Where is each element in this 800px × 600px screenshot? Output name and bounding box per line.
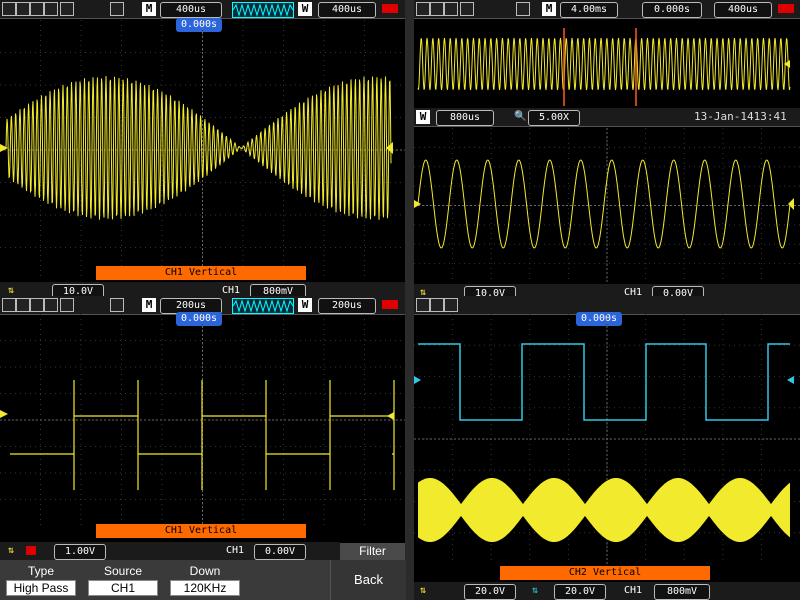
panel-top-right: M 4.00ms 0.000s 400us W 800us 🔍 5.00X 13… — [414, 0, 800, 298]
zoom-display — [414, 128, 800, 283]
cursor-icon[interactable] — [430, 298, 444, 312]
source-menu-item[interactable]: Source CH1 — [86, 562, 160, 598]
cursor-icon[interactable] — [16, 298, 30, 312]
window-time-readout[interactable]: 400us — [318, 2, 376, 18]
ch2-trace — [418, 343, 790, 421]
filter-menu-title: Filter — [340, 543, 405, 560]
measure-icon[interactable] — [444, 2, 458, 16]
type-label: Type — [27, 564, 54, 578]
ch1-ground-marker — [414, 200, 421, 208]
save-icon[interactable] — [516, 2, 530, 16]
trigger-edge-icon[interactable] — [44, 2, 58, 16]
toolbar-top-left: M 400us W 400us — [0, 0, 405, 19]
trigger-edge-icon[interactable] — [44, 298, 58, 312]
measure-icon[interactable] — [444, 298, 458, 312]
status-message: CH1 Vertical Position1.60div(1.60V) — [96, 524, 306, 550]
down-menu-item[interactable]: Down 120KHz — [168, 562, 242, 598]
trigger-level-marker — [387, 412, 394, 420]
ch1-trace — [10, 380, 395, 490]
status-message: CH2 Vertical Position2.00div(40.0V) — [500, 566, 710, 592]
main-timebase-label: M — [542, 2, 556, 16]
autoset-icon[interactable] — [2, 2, 16, 16]
trigger-position-readout[interactable]: 0.000s — [642, 2, 702, 18]
autoset-icon[interactable] — [2, 298, 16, 312]
measure-icon[interactable] — [30, 298, 44, 312]
ch1-trace — [418, 478, 790, 542]
ch-label: CH1 — [624, 585, 643, 596]
panel-bottom-left: M 200us W 200us 0.000s CH1 Vertical Posi… — [0, 296, 405, 560]
status-bar: ⇅ 20.0V ⇅ 20.0V CH1 800mV — [414, 582, 800, 600]
type-menu-item[interactable]: Type High Pass — [4, 562, 78, 598]
record-indicator — [382, 300, 398, 309]
zoom-readout[interactable]: 5.00X — [528, 110, 580, 126]
waveform-display — [0, 314, 405, 526]
back-button[interactable]: Back — [330, 560, 406, 600]
ch1-trace — [5, 75, 392, 220]
status-message: CH1 Vertical Position0.00div(0.00V) — [96, 266, 306, 292]
window-time-readout[interactable]: 200us — [318, 298, 376, 314]
waveform-display — [414, 314, 800, 564]
record-indicator — [382, 4, 398, 13]
trigger-level[interactable]: 0.00V — [254, 544, 306, 560]
ch2-volts[interactable]: 20.0V — [554, 584, 606, 600]
autoset-icon[interactable] — [416, 298, 430, 312]
waveform-display — [0, 20, 405, 280]
ch1-ground-marker — [0, 410, 8, 418]
autoset-icon[interactable] — [416, 2, 430, 16]
toolbar-top-right: M 4.00ms 0.000s 400us — [414, 0, 800, 19]
main-timebase-label: M — [142, 2, 156, 16]
window-label: W — [298, 2, 312, 16]
ch2-ground-marker — [414, 376, 421, 384]
waveform-overview-icon — [232, 2, 294, 18]
source-label: Source — [103, 564, 143, 578]
window-label: W — [298, 298, 312, 312]
cursor-icon[interactable] — [430, 2, 444, 16]
timebase2-readout[interactable]: 400us — [714, 2, 772, 18]
ch-label: CH1 — [222, 285, 241, 296]
save-icon[interactable] — [110, 2, 124, 16]
bandwidth-limit-icon — [26, 546, 36, 555]
ch1-trace — [417, 159, 791, 249]
source-value[interactable]: CH1 — [88, 580, 158, 596]
waveform-overview-icon — [232, 298, 294, 314]
ch-label: CH1 — [226, 545, 245, 556]
down-value[interactable]: 120KHz — [170, 580, 240, 596]
window-time-readout[interactable]: 800us — [436, 110, 494, 126]
timebase-readout[interactable]: 4.00ms — [560, 2, 618, 18]
down-label: Down — [189, 564, 221, 578]
measure-icon[interactable] — [30, 2, 44, 16]
zoom-icon: 🔍 — [514, 111, 527, 122]
ch1-volts[interactable]: 1.00V — [54, 544, 106, 560]
ch1-marker-icon: ⇅ — [420, 585, 427, 596]
type-value[interactable]: High Pass — [6, 580, 76, 596]
trigger-mode-icon[interactable] — [460, 2, 474, 16]
zoom-toolbar: W 800us 🔍 5.00X 13-Jan-1413:41 — [414, 108, 800, 127]
cursor-icon[interactable] — [16, 2, 30, 16]
trigger-level[interactable]: 800mV — [654, 584, 710, 600]
record-indicator — [778, 4, 794, 13]
ch2-marker-icon: ⇅ — [532, 585, 539, 596]
timebase-readout[interactable]: 400us — [160, 2, 222, 18]
ch1-marker-icon: ⇅ — [8, 285, 15, 296]
datestamp: 13-Jan-1413:41 — [694, 110, 787, 123]
status-bar: ⇅ 1.00V CH1 0.00V — [0, 542, 340, 560]
trigger-level-marker — [787, 376, 794, 384]
save-icon[interactable] — [110, 298, 124, 312]
ch1-volts[interactable]: 20.0V — [464, 584, 516, 600]
ch1-trace — [417, 37, 791, 91]
panel-top-left: M 400us W 400us 0.000s CH1 Vertical Posi… — [0, 0, 405, 298]
trigger-level-marker — [788, 198, 794, 210]
ch1-marker-icon: ⇅ — [8, 545, 15, 556]
panel-bottom-right: 0.000s CH2 Vertical Position2.00div(40.0… — [414, 296, 800, 600]
ch1-ground-marker — [0, 144, 8, 152]
overview-display — [417, 28, 791, 106]
main-timebase-label: M — [142, 298, 156, 312]
window-label: W — [416, 110, 430, 124]
run-icon[interactable] — [60, 2, 74, 16]
run-icon[interactable] — [60, 298, 74, 312]
